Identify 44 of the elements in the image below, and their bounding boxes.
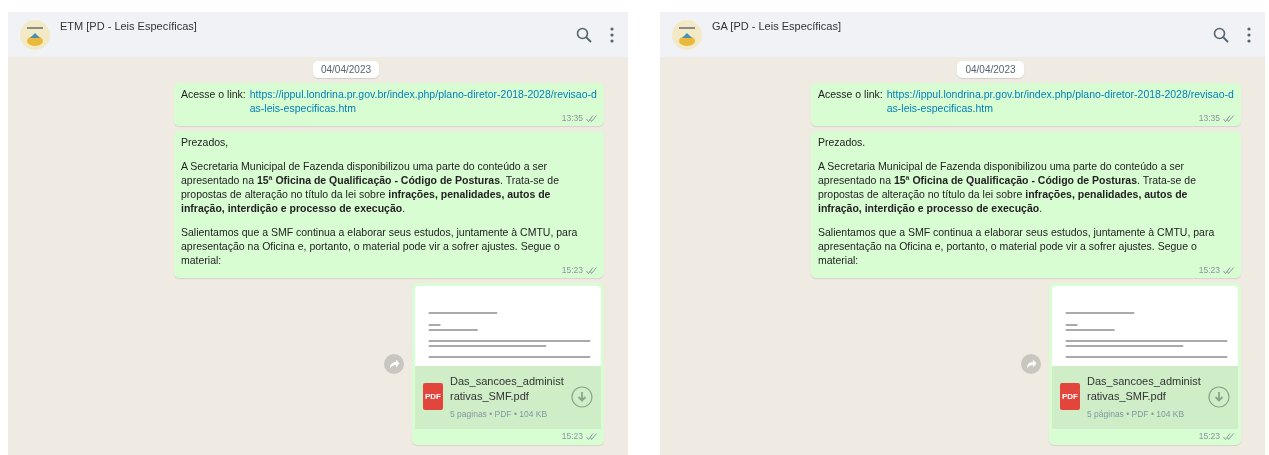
- message-text: Salientamos que a SMF continua a elaborar seus estudos, juntamente à CMTU, para apresentação na Oficina e, portanto, o material pode vir a sofrer ajustes. Segue o material:: [181, 225, 579, 267]
- forward-icon[interactable]: [384, 354, 404, 374]
- message-text: Prezados.: [818, 135, 867, 149]
- document-preview-drawing[interactable]: [415, 286, 601, 366]
- message-time: 15:23: [561, 431, 583, 441]
- message-text: A Secretaria Municipal de Fazenda disponibilizou uma parte do conteúdo a ser apresentado na 15ª Oficina de Qualificação - Código de Posturas. Trata-se de propostas de alteração no título da lei sobre infrações, penalidades, autos de infração, interdição e processo de execução.: [181, 159, 560, 215]
- message-link[interactable]: https://ippul.londrina.pr.gov.br/index.php/plano-diretor-2018-2028/revisao-das-leis-especificas.htm: [886, 87, 1234, 115]
- menu-icon[interactable]: [610, 26, 614, 43]
- message-link[interactable]: https://ippul.londrina.pr.gov.br/index.php/plano-diretor-2018-2028/revisao-das-leis-especificas.htm: [249, 87, 597, 115]
- message-text: Acesse o link:: [181, 87, 246, 101]
- file-details: 5 paginas • PDF • 104 KB: [450, 409, 549, 419]
- file-name[interactable]: Das_sancoes_administrativas_SMF.pdf: [450, 374, 564, 404]
- double-check-icon: [586, 266, 597, 274]
- forward-icon[interactable]: [1021, 354, 1041, 374]
- date-chip: 04/04/2023: [957, 61, 1024, 78]
- message-text: Acesse o link:: [818, 87, 883, 101]
- search-icon[interactable]: [576, 26, 592, 43]
- group-avatar-icon[interactable]: [672, 19, 702, 50]
- double-check-icon: [1223, 114, 1234, 122]
- message-time: 15:23: [1198, 265, 1220, 275]
- file-details: 5 páginas • PDF • 104 KB: [1087, 409, 1186, 419]
- double-check-icon: [1223, 266, 1234, 274]
- message-text: Salientamos que a SMF continua a elaborar seus estudos, juntamente à CMTU, para apresentação na Oficina e, portanto, o material pode vir a sofrer ajustes. Segue o material:: [818, 225, 1216, 267]
- double-check-icon: [1223, 432, 1234, 440]
- message-time: 13:35: [1198, 113, 1220, 123]
- chat-title[interactable]: GA [PD - Leis Específicas]: [712, 20, 841, 32]
- download-icon[interactable]: [571, 385, 593, 408]
- menu-icon[interactable]: [1247, 26, 1251, 43]
- file-name[interactable]: Das_sancoes_administrativas_SMF.pdf: [1087, 374, 1201, 404]
- document-preview-drawing[interactable]: [1052, 286, 1238, 366]
- message-text: Prezados,: [181, 135, 230, 149]
- chat-title[interactable]: ETM [PD - Leis Específicas]: [60, 20, 197, 32]
- double-check-icon: [586, 432, 597, 440]
- pdf-file-icon: PDF: [1060, 383, 1080, 410]
- double-check-icon: [586, 114, 597, 122]
- message-time: 15:23: [1198, 431, 1220, 441]
- download-icon[interactable]: [1208, 385, 1230, 408]
- date-chip: 04/04/2023: [312, 61, 380, 78]
- search-icon[interactable]: [1213, 26, 1229, 43]
- message-time: 13:35: [561, 113, 583, 123]
- message-text: A Secretaria Municipal de Fazenda disponibilizou uma parte do conteúdo a ser apresentado na 15ª Oficina de Qualificação - Código de Posturas. Trata-se de propostas de alteração no título da lei sobre infrações, penalidades, autos de infração, interdição e processo de execução.: [818, 159, 1197, 215]
- message-time: 15:23: [561, 265, 583, 275]
- group-avatar-icon[interactable]: [20, 19, 50, 50]
- pdf-file-icon: PDF: [423, 383, 443, 410]
